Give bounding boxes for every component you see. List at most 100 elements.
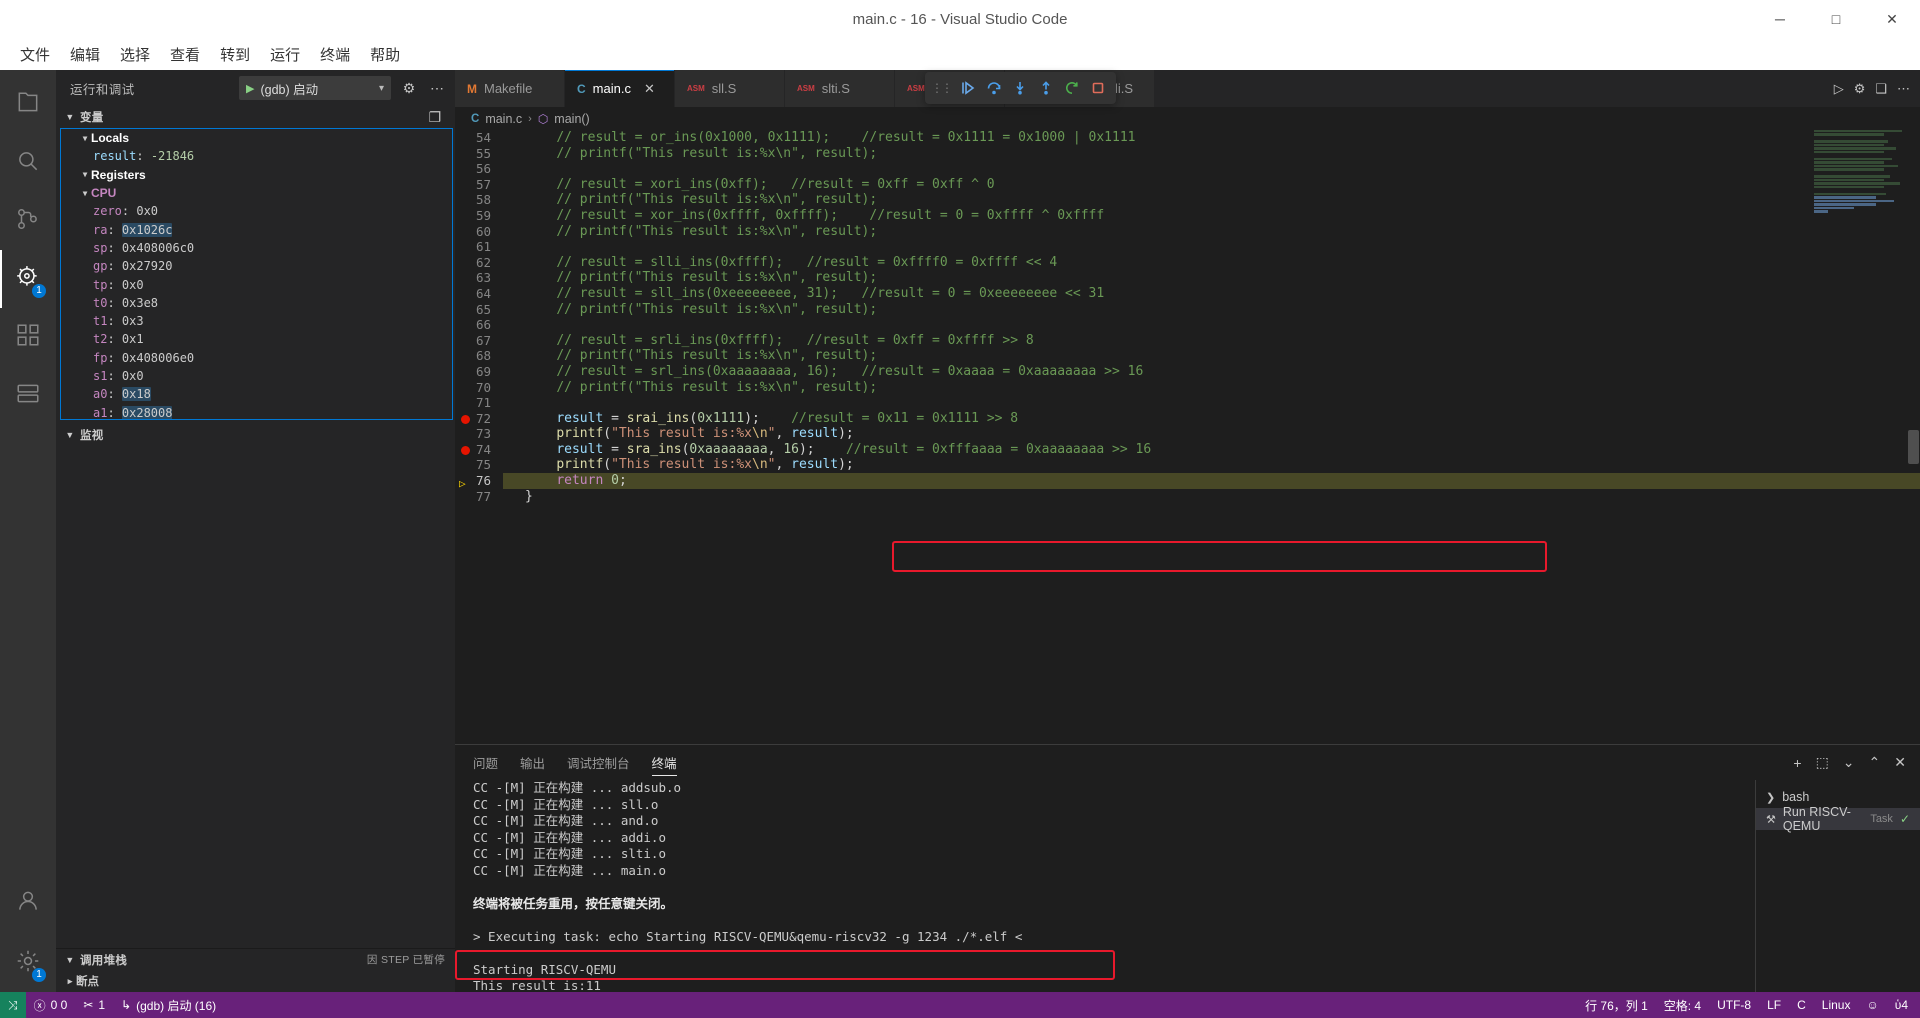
open-in-panel-icon[interactable]: ❐ — [425, 109, 445, 126]
language-mode[interactable]: C — [1789, 992, 1814, 1018]
line-content[interactable]: // printf("This result is:%x\n", result)… — [503, 380, 1920, 396]
code-line-71[interactable]: 71 — [455, 395, 1920, 411]
variable-row-a0[interactable]: a0: 0x18 — [61, 385, 452, 403]
breakpoint-icon[interactable] — [461, 415, 470, 424]
debug-session-indicator[interactable]: ↳ (gdb) 启动 (16) — [113, 992, 224, 1018]
activity-explorer[interactable] — [0, 76, 56, 134]
line-number[interactable]: 54 — [455, 130, 503, 146]
code-line-54[interactable]: 54 // result = or_ins(0x1000, 0x1111); /… — [455, 130, 1920, 146]
line-content[interactable]: // printf("This result is:%x\n", result)… — [503, 348, 1920, 364]
line-number[interactable]: 65 — [455, 302, 503, 318]
variable-row-s1[interactable]: s1: 0x0 — [61, 367, 452, 385]
variables-tree[interactable]: ▼Localsresult: -21846▼Registers▼CPUzero:… — [60, 128, 453, 420]
section-breakpoints[interactable]: ▸ 断点 — [56, 970, 455, 992]
line-content[interactable]: // result = srl_ins(0xaaaaaaaa, 16); //r… — [503, 364, 1920, 380]
editor-tab-makefile[interactable]: MMakefile — [455, 70, 565, 107]
code-line-68[interactable]: 68 // printf("This result is:%x\n", resu… — [455, 348, 1920, 364]
code-line-57[interactable]: 57 // result = xori_ins(0xff); //result … — [455, 177, 1920, 193]
maximize-button[interactable]: □ — [1808, 0, 1864, 38]
code-line-77[interactable]: 77} — [455, 489, 1920, 505]
line-number[interactable]: 55 — [455, 146, 503, 162]
line-content[interactable]: printf("This result is:%x\n", result); — [503, 426, 1920, 442]
panel-tab-输出[interactable]: 输出 — [520, 745, 545, 780]
panel-tab-调试控制台[interactable]: 调试控制台 — [567, 745, 630, 780]
new-terminal-icon[interactable]: + — [1793, 755, 1801, 771]
line-number[interactable]: 75 — [455, 457, 503, 473]
terminal-output[interactable]: CC -[M] 正在构建 ... addsub.oCC -[M] 正在构建 ..… — [455, 780, 1755, 992]
line-content[interactable]: return 0; — [503, 473, 1920, 489]
code-line-75[interactable]: 75 printf("This result is:%x\n", result)… — [455, 457, 1920, 473]
line-number[interactable]: 72 — [455, 411, 503, 427]
section-callstack[interactable]: ▼ 调用堆栈 因 STEP 已暂停 — [56, 948, 455, 970]
terminal-list-item[interactable]: ⚒Run RISCV-QEMUTask✓ — [1756, 808, 1920, 830]
variable-row-zero[interactable]: zero: 0x0 — [61, 202, 452, 220]
code-line-65[interactable]: 65 // printf("This result is:%x\n", resu… — [455, 302, 1920, 318]
editor-tab-main-c[interactable]: Cmain.c✕ — [565, 70, 675, 107]
gear-icon[interactable]: ⚙ — [399, 80, 419, 97]
menu-file[interactable]: 文件 — [12, 41, 58, 68]
variables-scope-registers[interactable]: ▼Registers — [61, 166, 452, 184]
platform[interactable]: Linux — [1814, 992, 1859, 1018]
code-line-64[interactable]: 64 // result = sll_ins(0xeeeeeeee, 31); … — [455, 286, 1920, 302]
cursor-position[interactable]: 行 76，列 1 — [1577, 992, 1656, 1018]
ports-indicator[interactable]: ✂ 1 — [75, 992, 113, 1018]
line-content[interactable]: // result = xori_ins(0xff); //result = 0… — [503, 177, 1920, 193]
encoding[interactable]: UTF-8 — [1709, 992, 1759, 1018]
minimize-button[interactable]: ─ — [1752, 0, 1808, 38]
step-out-button[interactable] — [1034, 76, 1058, 100]
variables-group-cpu[interactable]: ▼CPU — [61, 184, 452, 202]
notifications-bell-icon[interactable]: ὑ4 — [1887, 992, 1916, 1018]
chevron-down-icon[interactable]: ⌄ — [1843, 754, 1855, 771]
variable-row-t1[interactable]: t1: 0x3 — [61, 312, 452, 330]
breakpoint-icon[interactable] — [461, 446, 470, 455]
line-content[interactable]: // result = slli_ins(0xffff); //result =… — [503, 255, 1920, 271]
editor-tab-slti-s[interactable]: ASMslti.S — [785, 70, 895, 107]
code-line-63[interactable]: 63 // printf("This result is:%x\n", resu… — [455, 270, 1920, 286]
line-content[interactable]: // printf("This result is:%x\n", result)… — [503, 270, 1920, 286]
maximize-panel-icon[interactable]: ⌃ — [1869, 754, 1881, 771]
line-number[interactable]: 67 — [455, 333, 503, 349]
drag-handle[interactable]: ⋮⋮ — [931, 81, 954, 95]
line-content[interactable]: // result = srli_ins(0xffff); //result =… — [503, 333, 1920, 349]
close-panel-icon[interactable]: ✕ — [1894, 754, 1906, 771]
activity-run-debug[interactable]: 1 — [0, 250, 56, 308]
editor-tab-sll-s[interactable]: ASMsll.S — [675, 70, 785, 107]
code-line-59[interactable]: 59 // result = xor_ins(0xffff, 0xffff); … — [455, 208, 1920, 224]
code-line-60[interactable]: 60 // printf("This result is:%x\n", resu… — [455, 224, 1920, 240]
settings-gear-icon[interactable]: ⚙ — [1854, 81, 1866, 97]
code-line-73[interactable]: 73 printf("This result is:%x\n", result)… — [455, 426, 1920, 442]
variable-row-a1[interactable]: a1: 0x28008 — [61, 403, 452, 420]
run-code-icon[interactable]: ▷ — [1834, 81, 1844, 97]
menu-view[interactable]: 查看 — [162, 41, 208, 68]
line-number[interactable]: 69 — [455, 364, 503, 380]
line-number[interactable]: 68 — [455, 348, 503, 364]
line-content[interactable]: // printf("This result is:%x\n", result)… — [503, 146, 1920, 162]
line-number[interactable]: 62 — [455, 255, 503, 271]
variable-row-result[interactable]: result: -21846 — [61, 147, 452, 165]
variable-row-gp[interactable]: gp: 0x27920 — [61, 257, 452, 275]
code-line-58[interactable]: 58 // printf("This result is:%x\n", resu… — [455, 192, 1920, 208]
breadcrumb-symbol[interactable]: main() — [554, 112, 589, 126]
eol[interactable]: LF — [1759, 992, 1789, 1018]
code-line-56[interactable]: 56 — [455, 161, 1920, 177]
line-content[interactable]: result = sra_ins(0xaaaaaaaa, 16); //resu… — [503, 442, 1920, 458]
split-editor-icon[interactable]: ❑ — [1875, 81, 1887, 97]
line-content[interactable]: // printf("This result is:%x\n", result)… — [503, 302, 1920, 318]
line-number[interactable]: 66 — [455, 317, 503, 333]
line-number[interactable]: 74 — [455, 442, 503, 458]
line-content[interactable] — [503, 161, 1920, 177]
line-number[interactable]: 64 — [455, 286, 503, 302]
line-number[interactable]: 60 — [455, 224, 503, 240]
code-line-61[interactable]: 61 — [455, 239, 1920, 255]
line-content[interactable] — [503, 239, 1920, 255]
code-line-62[interactable]: 62 // result = slli_ins(0xffff); //resul… — [455, 255, 1920, 271]
continue-button[interactable] — [956, 76, 980, 100]
menu-terminal[interactable]: 终端 — [312, 41, 358, 68]
code-line-67[interactable]: 67 // result = srli_ins(0xffff); //resul… — [455, 333, 1920, 349]
code-line-76[interactable]: ▷76 return 0; — [455, 473, 1920, 489]
more-actions-icon[interactable]: ⋯ — [1897, 81, 1910, 97]
activity-settings[interactable]: 1 — [0, 934, 56, 992]
code-line-74[interactable]: 74 result = sra_ins(0xaaaaaaaa, 16); //r… — [455, 442, 1920, 458]
variable-row-tp[interactable]: tp: 0x0 — [61, 275, 452, 293]
line-number[interactable]: 61 — [455, 239, 503, 255]
